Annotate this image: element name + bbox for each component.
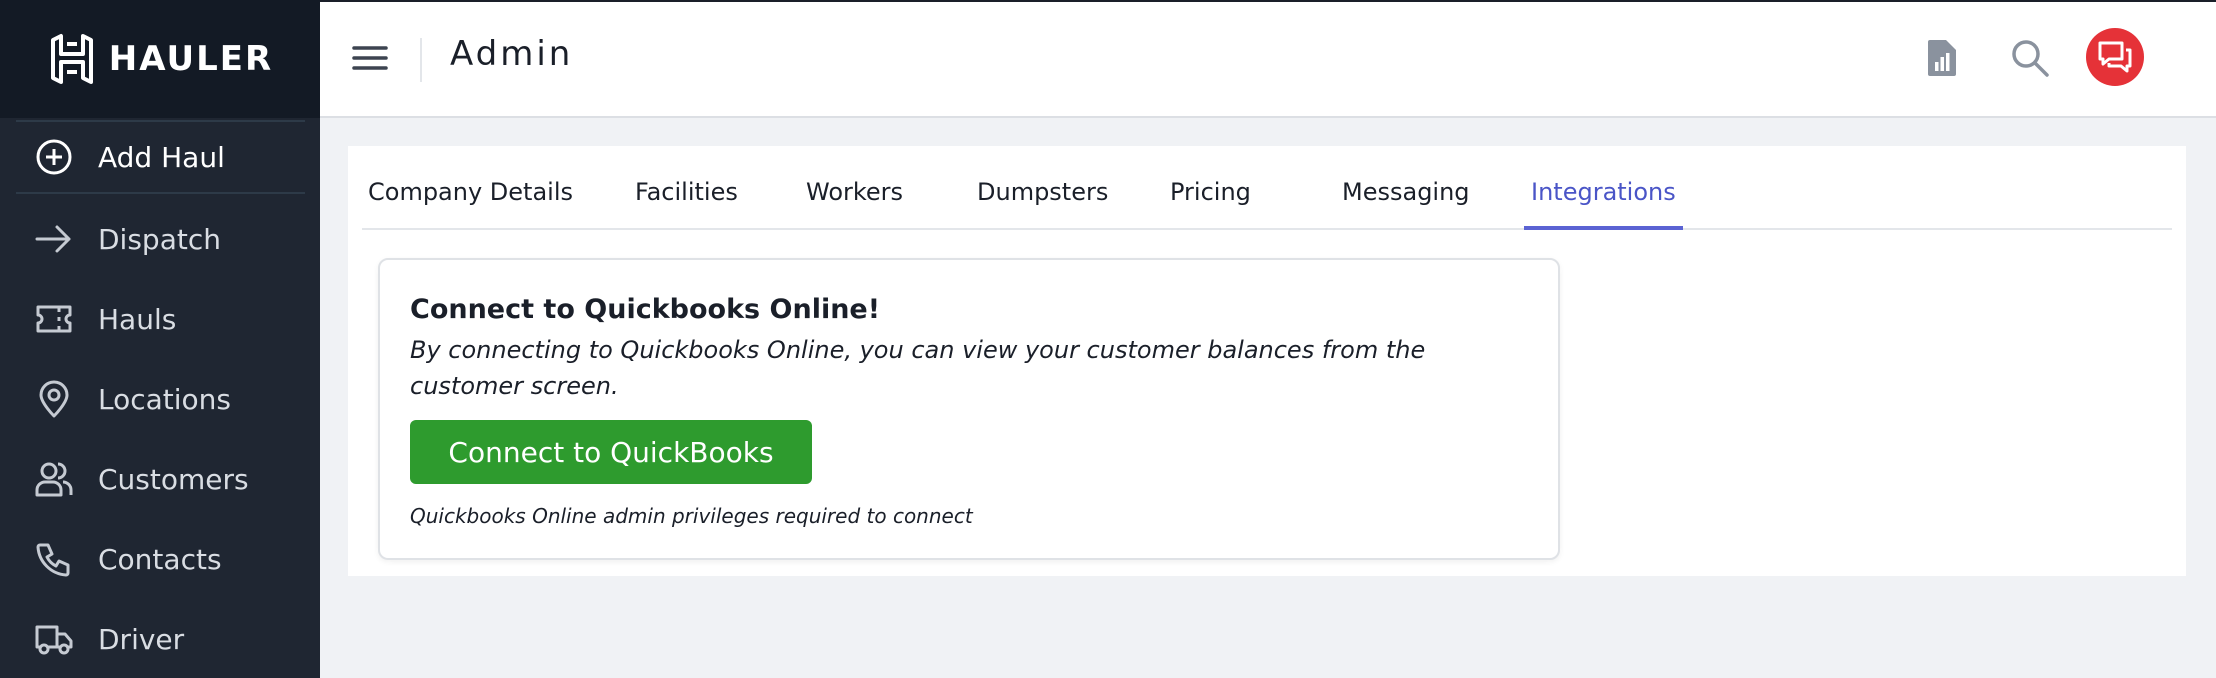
brand[interactable]: HAULER	[0, 0, 320, 118]
sidebar-item-hauls[interactable]: Hauls	[16, 284, 305, 354]
tab-dumpsters[interactable]: Dumpsters	[977, 178, 1108, 230]
map-pin-icon	[34, 379, 74, 419]
admin-panel: Company Details Facilities Workers Dumps…	[348, 146, 2186, 576]
sidebar-item-label: Hauls	[98, 302, 177, 336]
report-button[interactable]	[1920, 36, 1964, 80]
report-icon	[1928, 40, 1956, 76]
tab-workers[interactable]: Workers	[806, 178, 903, 230]
header-divider	[420, 38, 422, 82]
tab-facilities[interactable]: Facilities	[635, 178, 738, 230]
arrow-right-icon	[34, 219, 74, 259]
hamburger-icon	[352, 46, 388, 70]
chat-button[interactable]	[2086, 28, 2144, 86]
admin-tabs: Company Details Facilities Workers Dumps…	[362, 146, 2172, 230]
top-header: Admin	[320, 0, 2216, 118]
sidebar-item-label: Driver	[98, 622, 185, 656]
sidebar-item-label: Customers	[98, 462, 249, 496]
sidebar-item-contacts[interactable]: Contacts	[16, 524, 305, 594]
tab-pricing[interactable]: Pricing	[1170, 178, 1251, 230]
sidebar-item-label: Dispatch	[98, 222, 221, 256]
sidebar: HAULER Add Haul Dispatch Hauls Locations…	[0, 0, 320, 678]
search-button[interactable]	[2008, 36, 2052, 80]
sidebar-item-label: Contacts	[98, 542, 222, 576]
hauler-logo-icon	[50, 34, 93, 84]
quickbooks-card: Connect to Quickbooks Online! By connect…	[378, 258, 1560, 560]
card-note: Quickbooks Online admin privileges requi…	[410, 504, 973, 528]
plus-circle-icon	[34, 137, 74, 177]
tab-integrations[interactable]: Integrations	[1524, 178, 1683, 230]
sidebar-item-locations[interactable]: Locations	[16, 364, 305, 434]
truck-icon	[34, 619, 74, 659]
connect-quickbooks-button[interactable]: Connect to QuickBooks	[410, 420, 812, 484]
add-haul-button[interactable]: Add Haul	[16, 120, 305, 194]
chat-icon	[2098, 41, 2132, 73]
users-icon	[34, 459, 74, 499]
brand-name: HAULER	[108, 39, 274, 79]
page-title: Admin	[450, 34, 574, 74]
ticket-icon	[34, 299, 74, 339]
header-top-border	[320, 0, 2216, 2]
sidebar-item-label: Locations	[98, 382, 232, 416]
card-description: By connecting to Quickbooks Online, you …	[410, 336, 1426, 400]
add-haul-label: Add Haul	[98, 140, 225, 174]
sidebar-item-customers[interactable]: Customers	[16, 444, 305, 514]
search-icon	[2012, 40, 2049, 77]
phone-icon	[34, 539, 74, 579]
tab-messaging[interactable]: Messaging	[1342, 178, 1470, 230]
tab-company-details[interactable]: Company Details	[368, 178, 573, 230]
sidebar-item-driver[interactable]: Driver	[16, 604, 305, 674]
card-title: Connect to Quickbooks Online!	[410, 294, 881, 325]
menu-toggle-button[interactable]	[350, 40, 390, 76]
sidebar-item-dispatch[interactable]: Dispatch	[16, 204, 305, 274]
